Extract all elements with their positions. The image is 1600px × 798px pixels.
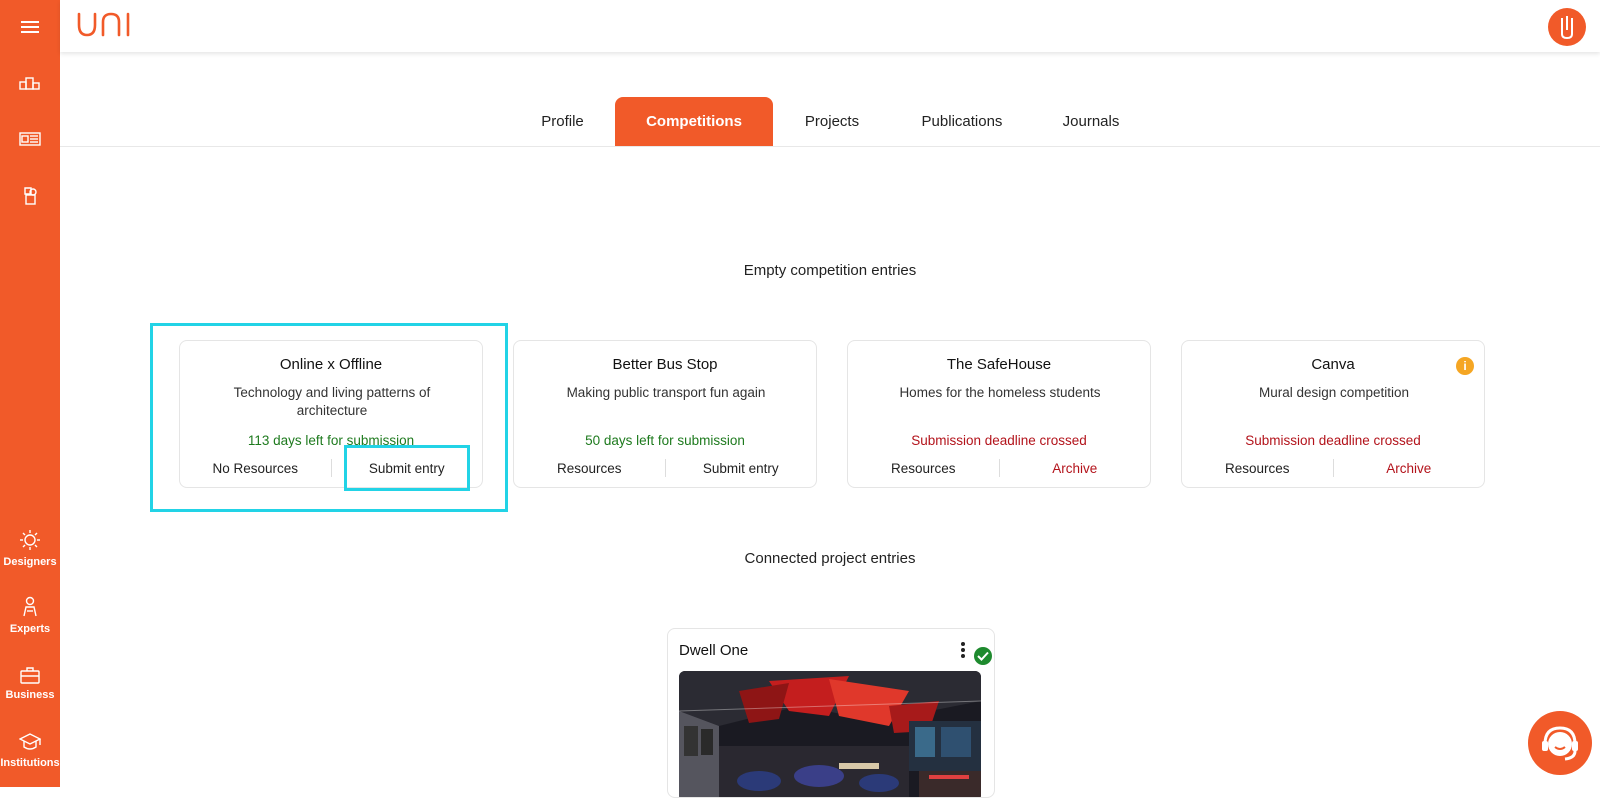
submission-status: Submission deadline crossed <box>848 433 1150 448</box>
resources-button[interactable]: No Resources <box>180 453 331 483</box>
menu-button[interactable] <box>0 12 60 42</box>
competition-title: Online x Offline <box>180 356 482 373</box>
verified-check-icon <box>974 647 992 665</box>
project-title: Dwell One <box>679 642 748 659</box>
layout-list-icon <box>19 131 41 147</box>
sidebar-label-institutions: Institutions <box>0 757 59 769</box>
tab-journals[interactable]: Journals <box>1033 97 1149 146</box>
competition-description: Mural design competition <box>1212 384 1456 402</box>
experts-icon <box>21 596 39 618</box>
tab-profile[interactable]: Profile <box>510 97 615 146</box>
competition-description: Making public transport fun again <box>544 384 788 402</box>
competition-card: The SafeHouse Homes for the homeless stu… <box>847 340 1151 488</box>
competition-description: Homes for the homeless students <box>878 384 1122 402</box>
support-chat-button[interactable] <box>1528 711 1592 775</box>
resources-button[interactable]: Resources <box>514 453 665 483</box>
sidebar-item-publications[interactable] <box>0 124 60 154</box>
graduation-cap-icon <box>19 732 41 752</box>
submit-entry-button[interactable]: Submit entry <box>666 453 817 483</box>
sidebar-label-experts: Experts <box>10 623 50 635</box>
sidebar-label-business: Business <box>6 689 55 701</box>
designers-icon <box>19 529 41 551</box>
sidebar: Designers Experts Business Institutions <box>0 0 60 787</box>
archive-button[interactable]: Archive <box>1000 453 1151 483</box>
competition-card: Better Bus Stop Making public transport … <box>513 340 817 488</box>
top-bar <box>60 0 1600 52</box>
sidebar-item-competitions[interactable] <box>0 68 60 98</box>
sidebar-item-institutions[interactable]: Institutions <box>0 725 60 775</box>
sidebar-label-designers: Designers <box>3 556 56 568</box>
project-card[interactable]: Dwell One <box>667 628 995 798</box>
card-actions: No Resources Submit entry <box>180 453 482 483</box>
tab-publications[interactable]: Publications <box>891 97 1033 146</box>
more-options-button[interactable] <box>960 641 966 664</box>
shapes-icon <box>21 186 39 206</box>
sidebar-item-projects[interactable] <box>0 181 60 211</box>
card-actions: Resources Submit entry <box>514 453 816 483</box>
sidebar-item-experts[interactable]: Experts <box>0 590 60 640</box>
sidebar-item-designers[interactable]: Designers <box>0 523 60 573</box>
briefcase-icon <box>20 666 40 684</box>
user-avatar-icon <box>1555 14 1579 40</box>
headset-icon <box>1537 720 1583 766</box>
submission-status: 113 days left for submission <box>180 433 482 448</box>
menu-icon <box>20 19 40 35</box>
competition-title: Canva <box>1182 356 1484 373</box>
resources-button[interactable]: Resources <box>1182 453 1333 483</box>
project-thumbnail[interactable] <box>679 671 981 798</box>
competition-title: The SafeHouse <box>848 356 1150 373</box>
card-actions: Resources Archive <box>1182 453 1484 483</box>
submission-status: Submission deadline crossed <box>1182 433 1484 448</box>
more-vertical-icon <box>960 641 966 659</box>
competition-title: Better Bus Stop <box>514 356 816 373</box>
profile-tabs: Profile Competitions Projects Publicatio… <box>60 97 1600 147</box>
user-avatar[interactable] <box>1548 8 1586 46</box>
submit-entry-button[interactable]: Submit entry <box>332 453 483 483</box>
sidebar-item-business[interactable]: Business <box>0 658 60 708</box>
connected-entries-title: Connected project entries <box>60 550 1600 567</box>
tab-projects[interactable]: Projects <box>773 97 891 146</box>
archive-button[interactable]: Archive <box>1334 453 1485 483</box>
podium-icon <box>19 75 41 91</box>
competition-card: i Canva Mural design competition Submiss… <box>1181 340 1485 488</box>
submission-status: 50 days left for submission <box>514 433 816 448</box>
empty-entries-title: Empty competition entries <box>60 262 1600 279</box>
resources-button[interactable]: Resources <box>848 453 999 483</box>
competition-card: Online x Offline Technology and living p… <box>179 340 483 488</box>
uni-logo[interactable] <box>76 10 134 43</box>
card-actions: Resources Archive <box>848 453 1150 483</box>
tab-competitions[interactable]: Competitions <box>615 97 773 146</box>
competition-description: Technology and living patterns of archit… <box>210 384 454 420</box>
